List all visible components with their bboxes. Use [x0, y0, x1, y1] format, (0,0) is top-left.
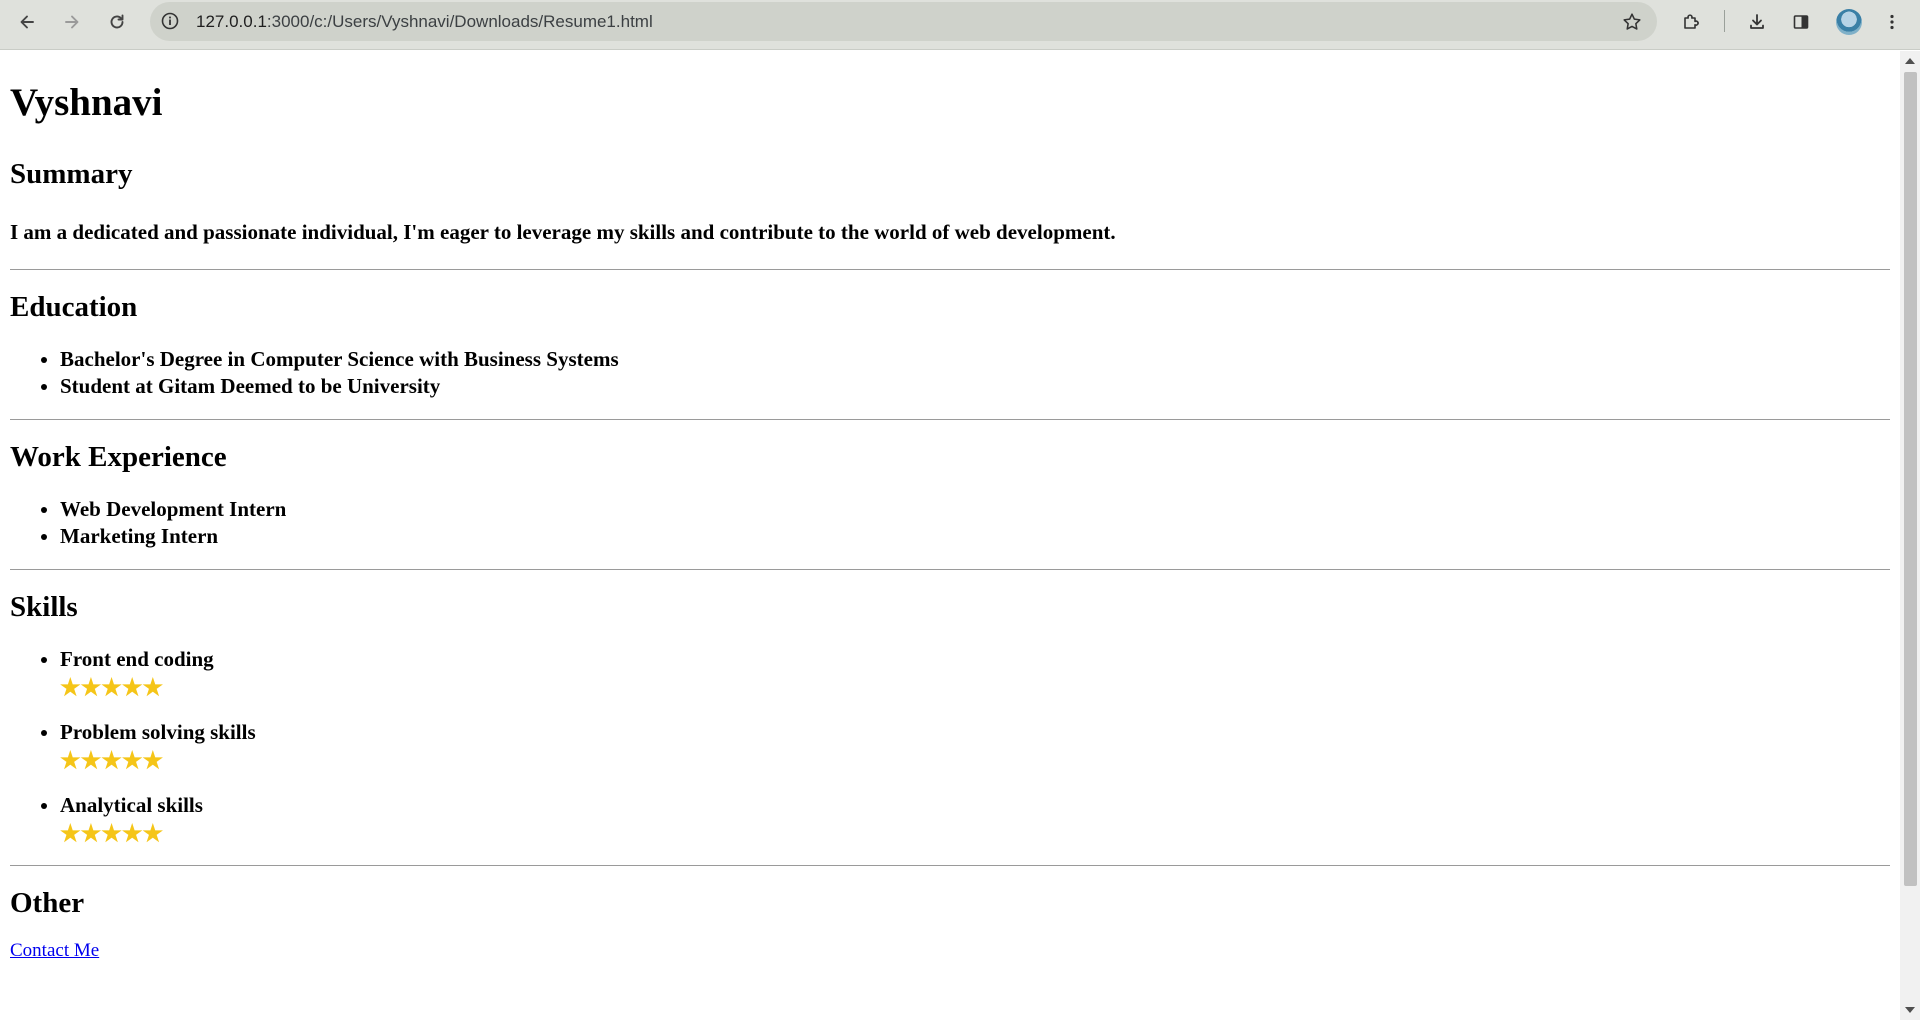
star-rating: ★★★★★ — [60, 748, 164, 773]
profile-avatar[interactable] — [1836, 9, 1862, 35]
scroll-down-arrow[interactable] — [1905, 1007, 1915, 1013]
back-icon[interactable] — [11, 6, 43, 38]
scrollbar-thumb[interactable] — [1904, 72, 1917, 886]
summary-heading: Summary — [10, 158, 133, 190]
work-experience-heading: Work Experience — [10, 441, 227, 473]
work-experience-list: Web Development Intern Marketing Intern — [10, 496, 1890, 550]
download-icon[interactable] — [1741, 6, 1773, 38]
vertical-scrollbar[interactable] — [1900, 51, 1920, 1020]
resume-name: Vyshnavi — [10, 81, 163, 124]
skill-item: Problem solving skills ★★★★★ — [60, 719, 1890, 776]
skill-label: Problem solving skills — [60, 720, 256, 744]
skills-heading: Skills — [10, 591, 78, 623]
skills-list: Front end coding ★★★★★ Problem solving s… — [10, 646, 1890, 849]
list-item: Web Development Intern — [60, 496, 1890, 523]
divider — [10, 865, 1890, 866]
divider — [10, 419, 1890, 420]
extensions-icon[interactable] — [1675, 6, 1707, 38]
education-heading: Education — [10, 291, 138, 323]
skill-label: Analytical skills — [60, 793, 203, 817]
resume: Vyshnavi Summary I am a dedicated and pa… — [0, 81, 1900, 962]
reload-icon[interactable] — [101, 6, 133, 38]
list-item: Marketing Intern — [60, 523, 1890, 550]
url-path: :3000/c:/Users/Vyshnavi/Downloads/Resume… — [266, 12, 653, 31]
other-heading: Other — [10, 887, 85, 919]
star-rating: ★★★★★ — [60, 821, 164, 846]
divider — [10, 569, 1890, 570]
url-host: 127.0.0.1 — [196, 12, 267, 31]
forward-icon[interactable] — [56, 6, 88, 38]
scroll-up-arrow[interactable] — [1905, 58, 1915, 64]
education-list: Bachelor's Degree in Computer Science wi… — [10, 346, 1890, 400]
bookmark-star-icon[interactable] — [1621, 11, 1643, 33]
list-item: Bachelor's Degree in Computer Science wi… — [60, 346, 1890, 373]
site-info-icon[interactable] — [160, 11, 180, 31]
contact-me-link[interactable]: Contact Me — [10, 940, 1890, 962]
side-panel-icon[interactable] — [1785, 6, 1817, 38]
toolbar-separator — [1724, 10, 1725, 32]
skill-item: Front end coding ★★★★★ — [60, 646, 1890, 703]
page-viewport: Vyshnavi Summary I am a dedicated and pa… — [0, 51, 1900, 1020]
divider — [10, 269, 1890, 270]
star-rating: ★★★★★ — [60, 675, 164, 700]
list-item: Student at Gitam Deemed to be University — [60, 373, 1890, 400]
address-bar[interactable]: 127.0.0.1:3000/c:/Users/Vyshnavi/Downloa… — [150, 2, 1657, 41]
url-text: 127.0.0.1:3000/c:/Users/Vyshnavi/Downloa… — [196, 2, 653, 41]
summary-text: I am a dedicated and passionate individu… — [10, 220, 1116, 244]
skill-item: Analytical skills ★★★★★ — [60, 792, 1890, 849]
menu-icon[interactable] — [1876, 6, 1908, 38]
skill-label: Front end coding — [60, 647, 214, 671]
browser-toolbar: 127.0.0.1:3000/c:/Users/Vyshnavi/Downloa… — [0, 0, 1920, 50]
